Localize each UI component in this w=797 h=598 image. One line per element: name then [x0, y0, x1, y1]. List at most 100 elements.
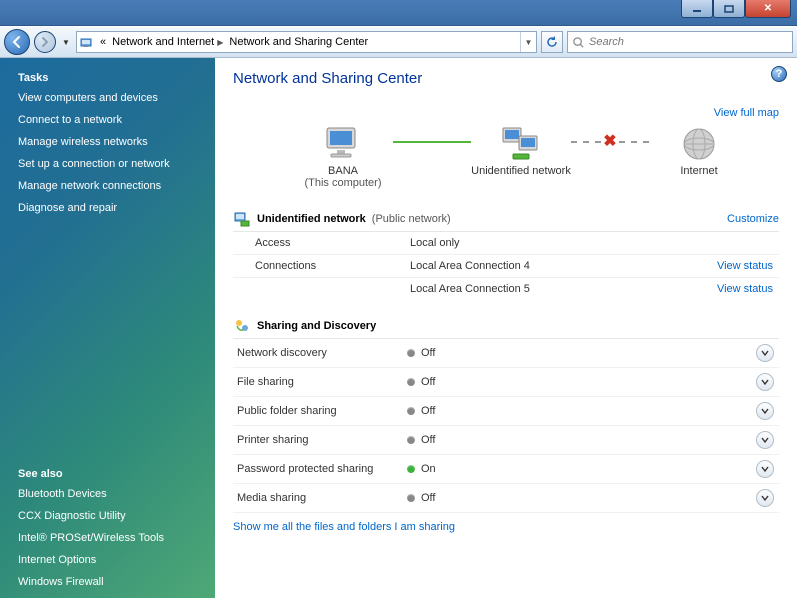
- map-link-broken: [571, 141, 649, 143]
- network-section-header: Unidentified network (Public network) Cu…: [233, 207, 779, 232]
- map-node-label: Unidentified network: [471, 165, 571, 177]
- sharing-list: Network discovery Off File sharing Off P…: [233, 339, 779, 513]
- task-connect-network[interactable]: Connect to a network: [18, 114, 203, 126]
- seealso-ccx[interactable]: CCX Diagnostic Utility: [18, 510, 203, 522]
- network-type: (Public network): [372, 213, 451, 225]
- seealso-list: Bluetooth Devices CCX Diagnostic Utility…: [18, 488, 203, 588]
- seealso-heading: See also: [18, 468, 203, 480]
- sharing-row-file-sharing: File sharing Off: [233, 368, 779, 397]
- tasks-list: View computers and devices Connect to a …: [18, 92, 203, 214]
- status-dot-icon: [407, 494, 415, 502]
- seealso-bluetooth[interactable]: Bluetooth Devices: [18, 488, 203, 500]
- expand-button[interactable]: [756, 431, 774, 449]
- expand-button[interactable]: [756, 402, 774, 420]
- status-dot-icon: [407, 436, 415, 444]
- sharing-label: Password protected sharing: [237, 463, 407, 475]
- close-button[interactable]: ✕: [745, 0, 791, 18]
- status-dot-icon: [407, 465, 415, 473]
- map-node-network: Unidentified network: [471, 125, 571, 189]
- task-manage-wireless[interactable]: Manage wireless networks: [18, 136, 203, 148]
- expand-button[interactable]: [756, 489, 774, 507]
- location-icon: [77, 33, 97, 51]
- sharing-label: Printer sharing: [237, 434, 407, 446]
- map-node-label: BANA: [328, 165, 358, 177]
- map-node-label: Internet: [680, 165, 717, 177]
- map-node-this-computer: BANA (This computer): [293, 125, 393, 189]
- sharing-heading: Sharing and Discovery: [257, 320, 376, 332]
- sharing-status: Off: [421, 434, 435, 446]
- sharing-status: Off: [421, 405, 435, 417]
- nav-forward-button[interactable]: [34, 31, 56, 53]
- toolbar: ▼ « Network and Internet ▶ Network and S…: [0, 26, 797, 58]
- expand-button[interactable]: [756, 373, 774, 391]
- view-status-link[interactable]: View status: [717, 260, 779, 272]
- breadcrumb-network-internet[interactable]: Network and Internet ▶: [109, 32, 226, 52]
- info-row-connection: Local Area Connection 5 View status: [233, 278, 779, 300]
- map-node-sublabel: (This computer): [304, 177, 381, 189]
- tasks-heading: Tasks: [18, 72, 203, 84]
- sharing-status: On: [421, 463, 436, 475]
- sharing-label: File sharing: [237, 376, 407, 388]
- sharing-row-printer: Printer sharing Off: [233, 426, 779, 455]
- breadcrumb-label: Network and Internet: [112, 36, 214, 48]
- info-row-connection: Connections Local Area Connection 4 View…: [233, 255, 779, 278]
- sharing-icon: [233, 317, 251, 335]
- sharing-row-public-folder: Public folder sharing Off: [233, 397, 779, 426]
- sharing-section-header: Sharing and Discovery: [233, 314, 779, 339]
- computer-icon: [319, 125, 367, 165]
- task-manage-connections[interactable]: Manage network connections: [18, 180, 203, 192]
- status-dot-icon: [407, 407, 415, 415]
- customize-link[interactable]: Customize: [727, 213, 779, 225]
- seealso-intel-proset[interactable]: Intel® PROSet/Wireless Tools: [18, 532, 203, 544]
- window-controls: ✕: [681, 0, 791, 18]
- maximize-button[interactable]: [713, 0, 745, 18]
- seealso-windows-firewall[interactable]: Windows Firewall: [18, 576, 203, 588]
- search-input[interactable]: [589, 36, 788, 48]
- expand-button[interactable]: [756, 460, 774, 478]
- globe-icon: [675, 125, 723, 165]
- task-diagnose-repair[interactable]: Diagnose and repair: [18, 202, 203, 214]
- task-view-computers[interactable]: View computers and devices: [18, 92, 203, 104]
- titlebar: ✕: [0, 0, 797, 26]
- sharing-label: Media sharing: [237, 492, 407, 504]
- view-full-map-link[interactable]: View full map: [714, 107, 779, 119]
- sharing-status: Off: [421, 376, 435, 388]
- info-value: Local only: [410, 237, 779, 249]
- info-label: Access: [255, 237, 410, 249]
- sharing-row-network-discovery: Network discovery Off: [233, 339, 779, 368]
- page-title: Network and Sharing Center: [233, 70, 779, 87]
- nav-back-button[interactable]: [4, 29, 30, 55]
- chevron-right-icon: ▶: [217, 38, 223, 47]
- show-shared-files-link[interactable]: Show me all the files and folders I am s…: [233, 521, 455, 533]
- search-icon: [572, 36, 585, 49]
- view-status-link[interactable]: View status: [717, 283, 779, 295]
- sharing-label: Public folder sharing: [237, 405, 407, 417]
- sharing-label: Network discovery: [237, 347, 407, 359]
- breadcrumb-overflow[interactable]: «: [97, 32, 109, 52]
- address-dropdown[interactable]: ▼: [520, 32, 536, 52]
- breadcrumb-network-sharing-center[interactable]: Network and Sharing Center: [226, 32, 371, 52]
- info-value: Local Area Connection 4: [410, 260, 717, 272]
- minimize-button[interactable]: [681, 0, 713, 18]
- breadcrumb-label: Network and Sharing Center: [229, 36, 368, 48]
- seealso-internet-options[interactable]: Internet Options: [18, 554, 203, 566]
- network-icon: [497, 125, 545, 165]
- status-dot-icon: [407, 349, 415, 357]
- map-link-connected: [393, 141, 471, 143]
- help-button[interactable]: ?: [771, 66, 787, 82]
- search-box[interactable]: [567, 31, 793, 53]
- info-row-access: Access Local only: [233, 232, 779, 255]
- nav-history-dropdown[interactable]: ▼: [60, 32, 72, 52]
- info-value: Local Area Connection 5: [410, 283, 717, 295]
- refresh-button[interactable]: [541, 31, 563, 53]
- status-dot-icon: [407, 378, 415, 386]
- network-info: Access Local only Connections Local Area…: [233, 232, 779, 300]
- sidebar: Tasks View computers and devices Connect…: [0, 58, 215, 598]
- address-bar[interactable]: « Network and Internet ▶ Network and Sha…: [76, 31, 537, 53]
- task-setup-connection[interactable]: Set up a connection or network: [18, 158, 203, 170]
- sharing-status: Off: [421, 347, 435, 359]
- content: ? Network and Sharing Center View full m…: [215, 58, 797, 598]
- info-label: Connections: [255, 260, 410, 272]
- network-status-icon: [233, 210, 251, 228]
- expand-button[interactable]: [756, 344, 774, 362]
